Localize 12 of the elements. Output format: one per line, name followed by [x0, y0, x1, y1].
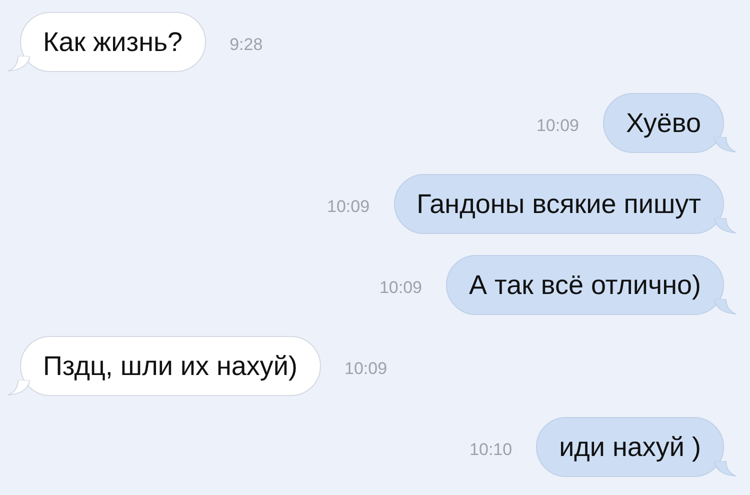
message-time: 9:28 [230, 35, 263, 55]
message-time: 10:10 [470, 440, 512, 460]
message-time: 10:09 [327, 197, 370, 217]
message-text: Хуёво [626, 108, 701, 138]
message-time: 10:09 [344, 359, 388, 379]
message-text: иди нахуй ) [559, 432, 701, 462]
message-text: Как жизнь? [43, 26, 183, 58]
message-time: 10:09 [379, 278, 422, 298]
message-text: Гандоны всякие пишут [416, 188, 701, 220]
message-text: А так всё отлично) [469, 270, 701, 300]
message-time: 10:09 [536, 116, 579, 136]
message-text: Пздц, шли их нахуй) [43, 350, 298, 382]
